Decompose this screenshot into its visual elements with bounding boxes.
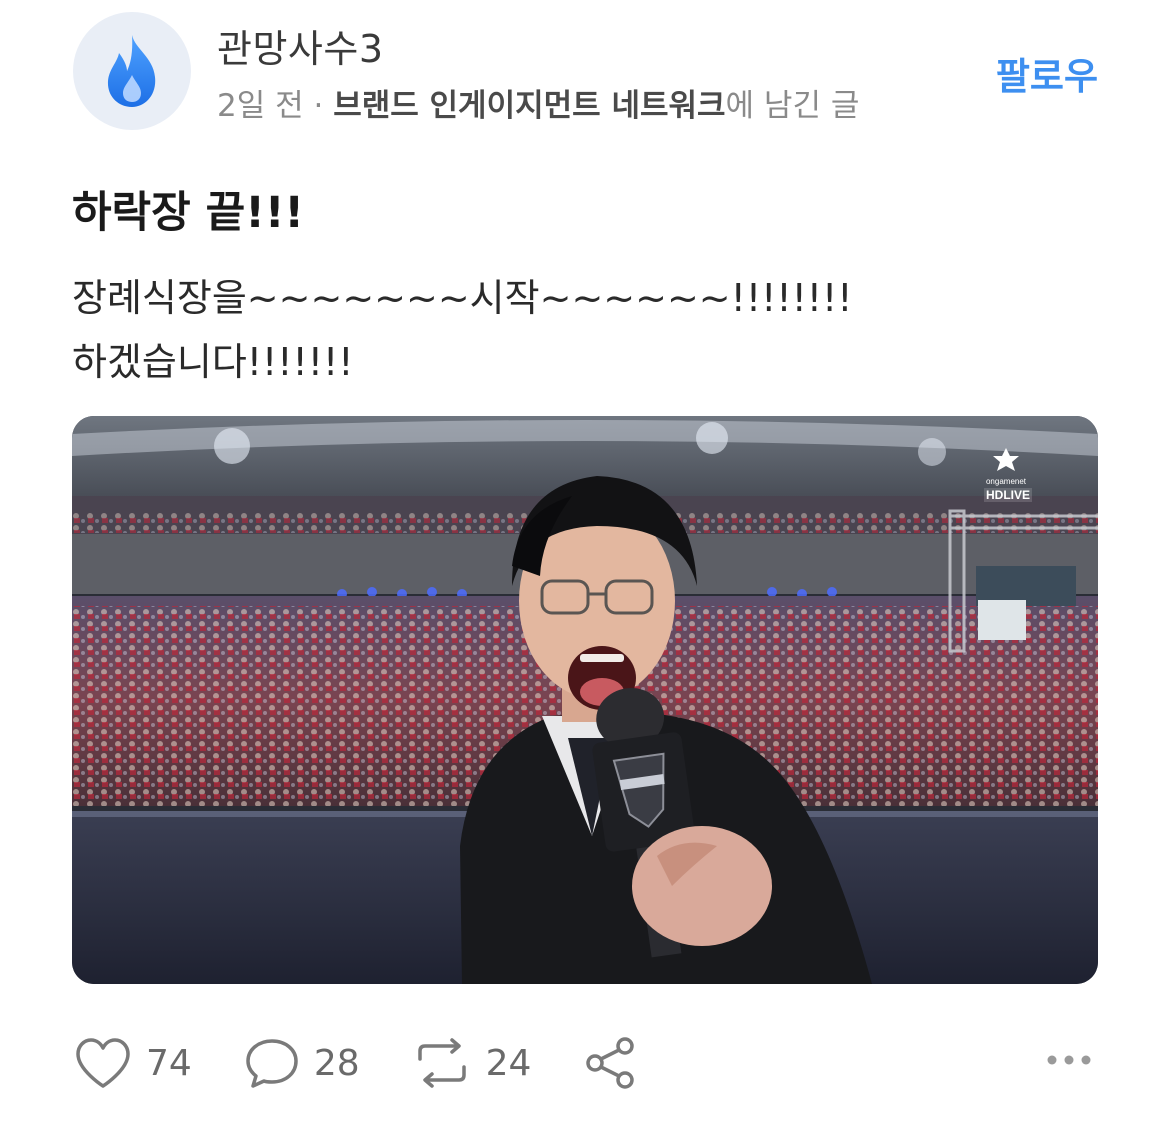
share-button[interactable] [583, 1036, 637, 1090]
author-name[interactable]: 관망사수3 [217, 18, 384, 73]
broadcast-brand: ongamenet [986, 477, 1027, 486]
flame-droplet-icon [107, 35, 156, 107]
post-body: 장례식장을~~~~~~~시작~~~~~~!!!!!!!! 하겠습니다!!!!!!… [72, 276, 853, 384]
repost-icon [417, 1038, 466, 1088]
comment-button[interactable]: 28 [244, 1037, 360, 1089]
avatar[interactable] [73, 12, 191, 130]
repost-count: 24 [485, 1042, 532, 1084]
post-card: 관망사수3 2일 전 · 브랜드 인게이지먼트 네트워크에 남긴 글 팔로우 하… [0, 0, 1170, 1141]
like-count: 74 [146, 1042, 192, 1084]
post-title: 하락장 끝!!! [72, 188, 305, 238]
share-icon [586, 1037, 635, 1089]
post-meta: 2일 전 · 브랜드 인게이지먼트 네트워크에 남긴 글 [217, 80, 859, 125]
more-options-button[interactable] [1046, 1052, 1092, 1071]
channel-link[interactable]: 브랜드 인게이지먼트 네트워크 [333, 88, 725, 124]
comment-count: 28 [313, 1042, 360, 1084]
like-button[interactable]: 74 [74, 1037, 192, 1089]
more-dots-icon [1047, 1055, 1091, 1065]
comment-bubble-icon [246, 1039, 298, 1088]
heart-icon [76, 1038, 130, 1088]
meta-suffix: 에 남긴 글 [725, 88, 860, 124]
post-time: 2일 전 [217, 88, 304, 124]
action-bar: 74 28 24 [74, 1032, 689, 1094]
post-image[interactable]: ongamenet HDLIVE [72, 416, 1098, 984]
meta-separator: · [303, 88, 334, 124]
repost-button[interactable]: 24 [412, 1037, 532, 1089]
broadcast-live: HDLIVE [986, 488, 1030, 502]
follow-button[interactable]: 팔로우 [996, 46, 1098, 100]
arena-photo: ongamenet HDLIVE [72, 416, 1098, 984]
